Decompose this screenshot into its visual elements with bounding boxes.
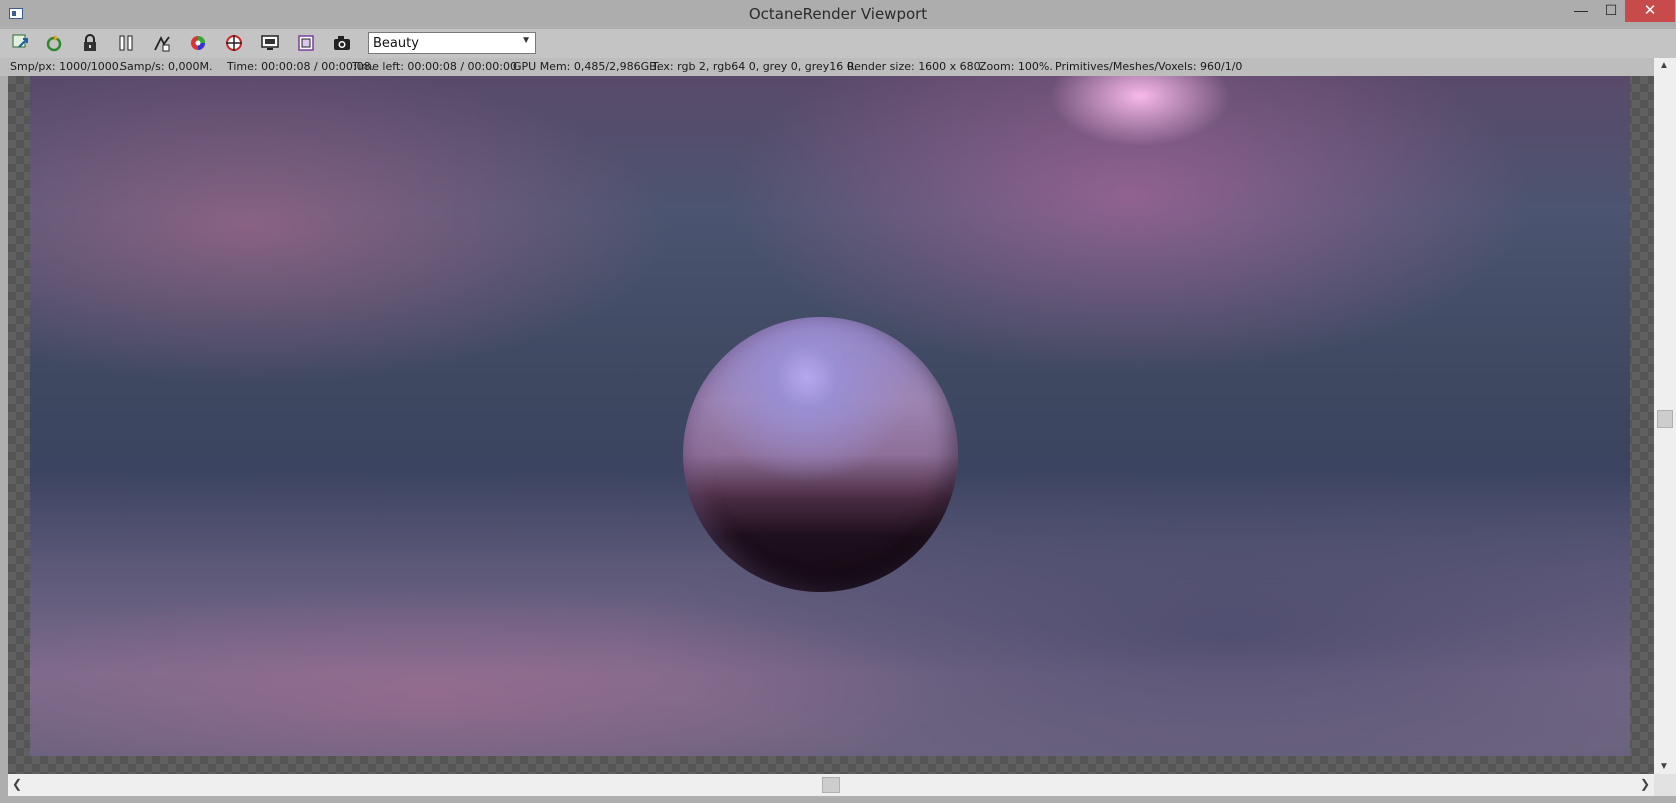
film-region-icon[interactable]: [296, 33, 316, 53]
status-tex: Tex: rgb 2, rgb64 0, grey 0, grey16 0.: [652, 60, 858, 73]
toolbar: [0, 29, 1676, 58]
status-time-left: Time left: 00:00:08 / 00:00:00.: [352, 60, 521, 73]
render-region-icon[interactable]: [260, 33, 280, 53]
vertical-scrollbar[interactable]: ▲ ▼: [1654, 58, 1676, 774]
render-image[interactable]: [30, 76, 1630, 756]
render-pass-value: Beauty: [373, 36, 419, 51]
vertical-scroll-thumb[interactable]: [1657, 410, 1673, 428]
status-smp-px: Smp/px: 1000/1000.: [10, 60, 123, 73]
scroll-up-icon[interactable]: ▲: [1659, 60, 1669, 71]
horizontal-scrollbar[interactable]: ❮ ❯: [8, 774, 1654, 796]
restart-render-icon[interactable]: [44, 33, 64, 53]
send-scene-icon[interactable]: [11, 33, 31, 53]
status-gpu-mem: GPU Mem: 0,485/2,986GB.: [513, 60, 661, 73]
pause-icon[interactable]: [116, 33, 136, 53]
focus-picker-icon[interactable]: [152, 33, 172, 53]
status-render-size: Render size: 1600 x 680.: [847, 60, 985, 73]
chevron-down-icon: ▼: [521, 35, 531, 46]
render-viewport[interactable]: [8, 76, 1654, 774]
camera-icon[interactable]: [332, 33, 352, 53]
status-samp-s: Samp/s: 0,000M.: [120, 60, 213, 73]
scrollbar-corner: [1654, 774, 1676, 796]
material-picker-icon[interactable]: [224, 33, 244, 53]
rendered-sphere: [683, 317, 958, 592]
lock-icon[interactable]: [80, 33, 100, 53]
title-bar: OctaneRender Viewport — ☐ ✕: [0, 0, 1676, 30]
close-button[interactable]: ✕: [1625, 0, 1675, 22]
render-pass-select[interactable]: Beauty ▼: [368, 32, 536, 54]
status-primitives: Primitives/Meshes/Voxels: 960/1/0: [1055, 60, 1243, 73]
scroll-left-icon[interactable]: ❮: [12, 777, 22, 791]
scroll-down-icon[interactable]: ▼: [1659, 761, 1669, 772]
window-title: OctaneRender Viewport: [748, 5, 928, 23]
maximize-button[interactable]: ☐: [1596, 0, 1626, 22]
scroll-right-icon[interactable]: ❯: [1640, 777, 1650, 791]
white-balance-icon[interactable]: [188, 33, 208, 53]
minimize-button[interactable]: —: [1566, 0, 1596, 22]
status-zoom: Zoom: 100%.: [979, 60, 1053, 73]
horizontal-scroll-thumb[interactable]: [822, 777, 840, 793]
status-bar: Smp/px: 1000/1000. Samp/s: 0,000M. Time:…: [0, 58, 1654, 76]
